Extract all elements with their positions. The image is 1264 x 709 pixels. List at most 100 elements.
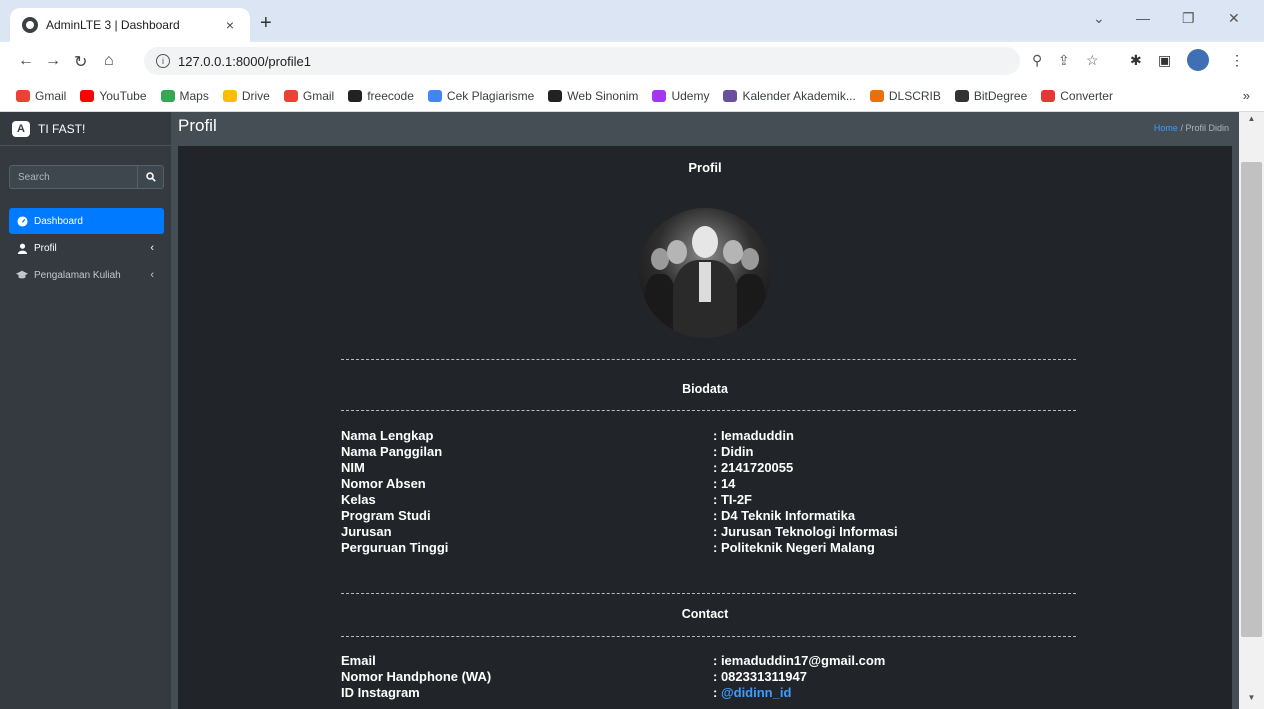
bookmarks-overflow-button[interactable]: » [1243,88,1250,103]
divider [341,636,1076,637]
bookmark-item[interactable]: Gmail [283,88,335,103]
profile-title: Profil [688,160,722,175]
biodata-list: Nama Lengkap: Iemaduddin Nama Panggilan:… [341,428,1076,556]
profile-avatar[interactable] [1187,49,1209,71]
sidebar: A TI FAST! Dashboard Profil ‹ Pengalaman… [0,112,171,709]
menu-icon[interactable]: ⋮ [1230,52,1244,69]
bookmark-item[interactable]: DLSCRIB [869,88,941,103]
bookmark-favicon-icon [427,89,442,102]
tab-title: AdminLTE 3 | Dashboard [46,18,180,32]
share-icon[interactable]: ⇪ [1058,52,1070,69]
bookmark-label: Cek Plagiarisme [446,88,535,103]
chevron-left-icon: ‹ [150,242,154,254]
info-icon[interactable]: i [156,54,170,68]
bookmark-favicon-icon [1041,89,1056,102]
sidebar-item-label: Profil [34,242,57,254]
close-window-icon[interactable]: ✕ [1228,10,1240,27]
biodata-row: Jurusan : Jurusan Teknologi Informasi [341,524,1076,540]
instagram-link[interactable]: @didinn_id [721,685,791,700]
bookmark-label: BitDegree [973,88,1028,103]
brand-text: TI FAST! [38,121,86,136]
content-header: Profil Home / Profil Didin [171,112,1239,146]
browser-toolbar: ← → ↻ ⌂ i 127.0.0.1:8000/profile1 ⚲ ⇪ ☆ … [0,42,1264,80]
row-value: : Jurusan Teknologi Informasi [713,524,898,539]
row-label: NIM [341,460,365,475]
zoom-icon[interactable]: ⚲ [1032,52,1042,69]
tab-search-icon[interactable]: ⌄ [1093,10,1105,27]
row-label: Jurusan [341,524,392,539]
scrollbar-thumb[interactable] [1241,162,1262,637]
row-label: Email [341,653,376,668]
reload-icon[interactable]: ↻ [74,52,87,72]
bookmark-label: Gmail [302,88,335,103]
restore-icon[interactable]: ❐ [1182,10,1195,27]
page-title: Profil [178,116,217,135]
biodata-row: Nama Panggilan: Didin [341,444,1076,460]
forward-icon[interactable]: → [45,52,61,70]
bookmark-item[interactable]: YouTube [80,89,147,103]
scroll-down-icon[interactable]: ▼ [1239,693,1264,707]
brand-link[interactable]: A TI FAST! [0,112,171,146]
browser-tab[interactable]: AdminLTE 3 | Dashboard × [10,8,250,42]
divider [341,593,1076,594]
search-button[interactable] [137,165,164,189]
back-icon[interactable]: ← [18,52,34,70]
bookmark-item[interactable]: Gmail [16,89,66,103]
bookmark-item[interactable]: Cek Plagiarisme [427,88,535,103]
bookmark-favicon-icon [723,89,738,102]
bookmark-item[interactable]: Kalender Akademik... [723,89,856,103]
bookmark-label: DLSCRIB [888,88,941,103]
sidebar-search [9,165,164,189]
row-label: Nomor Absen [341,476,426,491]
bookmark-item[interactable]: Web Sinonim [548,89,638,103]
bookmark-favicon-icon [16,89,30,102]
value-prefix: : [713,685,721,700]
bookmark-label: Converter [1060,88,1113,103]
bookmark-label: Maps [179,88,209,103]
bookmark-label: Gmail [35,88,67,103]
bookmark-item[interactable]: Drive [222,89,270,103]
graduation-cap-icon [16,269,28,281]
sidebar-item-profil[interactable]: Profil ‹ [9,235,164,261]
new-tab-button[interactable]: + [260,12,272,35]
bookmark-item[interactable]: Maps [160,88,209,103]
biodata-row: Perguruan Tinggi: Politeknik Negeri Mala… [341,540,1076,556]
extensions-icon[interactable]: ✱ [1130,52,1142,69]
breadcrumb: Home / Profil Didin [1154,123,1229,133]
minimize-icon[interactable]: — [1136,10,1150,26]
scroll-up-icon[interactable]: ▲ [1239,114,1264,128]
row-label: Kelas [341,492,376,507]
home-icon[interactable]: ⌂ [104,52,114,70]
breadcrumb-home-link[interactable]: Home [1154,123,1178,133]
row-value: : @didinn_id [713,685,1076,701]
chevron-left-icon: ‹ [150,269,154,281]
bookmark-item[interactable]: Converter [1041,89,1113,103]
side-panel-icon[interactable]: ▣ [1158,52,1171,69]
close-tab-icon[interactable]: × [222,17,238,33]
sidebar-item-dashboard[interactable]: Dashboard [9,208,164,234]
bookmark-favicon-icon [160,89,175,102]
biodata-row: Kelas: TI-2F [341,492,1076,508]
sidebar-item-label: Dashboard [34,215,83,227]
sidebar-search-input[interactable] [9,165,137,189]
page-scrollbar[interactable]: ▲ ▼ [1239,112,1264,709]
address-bar[interactable]: i 127.0.0.1:8000/profile1 [144,47,1020,75]
tachometer-icon [16,215,28,227]
tab-strip: AdminLTE 3 | Dashboard × + ⌄ — ❐ ✕ [0,0,1264,42]
divider [341,359,1076,360]
bookmark-favicon-icon [80,89,95,102]
bookmark-label: Web Sinonim [567,88,639,103]
sidebar-item-pengalaman-kuliah[interactable]: Pengalaman Kuliah ‹ [9,262,164,288]
bookmark-star-icon[interactable]: ☆ [1086,52,1099,69]
bookmark-favicon-icon [348,89,363,102]
contact-heading: Contact [681,607,729,621]
bookmark-item[interactable]: freecode [348,89,414,103]
url-text: 127.0.0.1:8000/profile1 [178,53,311,69]
contact-row: ID Instagram: @didinn_id [341,685,1076,701]
bookmark-item[interactable]: BitDegree [954,88,1028,103]
contact-row: Email: iemaduddin17@gmail.com [341,653,1076,669]
biodata-row: Nomor Absen: 14 [341,476,1076,492]
bookmark-item[interactable]: Udemy [652,89,709,103]
bookmark-favicon-icon [652,89,667,102]
globe-icon [22,17,38,33]
